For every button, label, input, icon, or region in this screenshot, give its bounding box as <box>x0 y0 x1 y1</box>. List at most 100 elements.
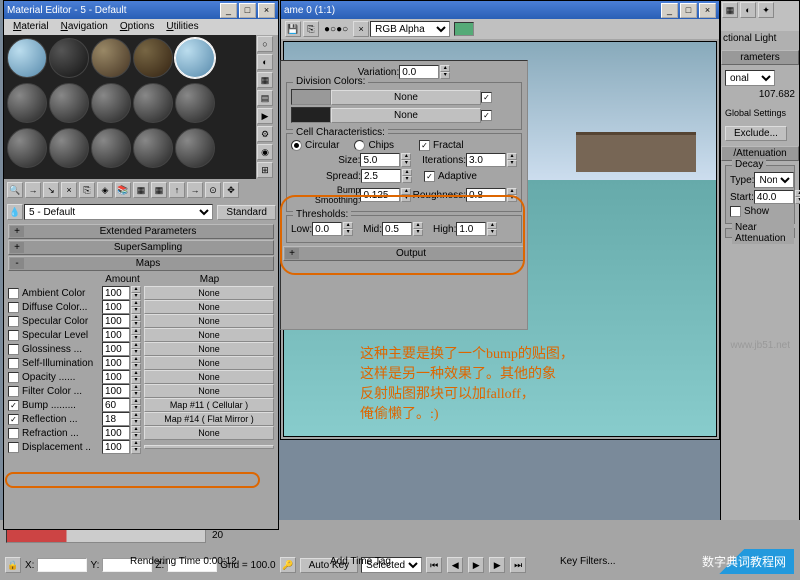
play-icon[interactable]: ▶ <box>468 557 484 573</box>
map-amount-input[interactable] <box>102 342 130 356</box>
mat-titlebar[interactable]: Material Editor - 5 - Default _□× <box>4 1 278 19</box>
low-spinner[interactable]: ▴▾ <box>343 222 353 236</box>
map-enable-check[interactable] <box>8 302 19 313</box>
options-icon[interactable]: ⚙ <box>257 126 273 142</box>
map-amount-spinner[interactable]: ▴▾ <box>131 356 141 370</box>
light-type-select[interactable]: onal <box>725 70 775 86</box>
close-button[interactable]: × <box>699 3 716 18</box>
minimize-button[interactable]: _ <box>220 3 237 18</box>
adaptive-check[interactable]: ✓ <box>424 171 435 182</box>
map-amount-spinner[interactable]: ▴▾ <box>131 412 141 426</box>
chips-radio[interactable] <box>354 140 365 151</box>
sample-sphere[interactable] <box>91 83 131 123</box>
size-input[interactable] <box>360 153 400 167</box>
rollout-supersampling[interactable]: +SuperSampling <box>8 240 274 255</box>
tab-icon[interactable]: ◐ <box>740 2 756 18</box>
map-amount-spinner[interactable]: ▴▾ <box>131 328 141 342</box>
copy-icon[interactable]: ⎘ <box>79 182 95 198</box>
map-slot-button[interactable]: None <box>144 342 274 356</box>
put-to-scene-icon[interactable]: → <box>25 182 41 198</box>
map-slot-button[interactable]: Map #11 ( Cellular ) <box>144 398 274 412</box>
go-parent-icon[interactable]: ↑ <box>169 182 185 198</box>
clone-icon[interactable]: ⎘ <box>303 21 319 37</box>
rollout-parameters[interactable]: rameters <box>721 50 799 65</box>
channel-select[interactable]: RGB Alpha <box>370 21 450 37</box>
map-amount-input[interactable] <box>102 412 130 426</box>
spread-input[interactable] <box>361 169 401 183</box>
menu-material[interactable]: Material <box>7 19 55 35</box>
nav-icon[interactable]: ⊙ <box>205 182 221 198</box>
map-check-2[interactable]: ✓ <box>481 110 492 121</box>
make-preview-icon[interactable]: ◉ <box>257 144 273 160</box>
next-frame-icon[interactable]: ▶ <box>489 557 505 573</box>
map-amount-spinner[interactable]: ▴▾ <box>131 370 141 384</box>
sample-sphere[interactable] <box>7 128 47 168</box>
backlight-icon[interactable]: ◐ <box>257 54 273 70</box>
map-amount-input[interactable] <box>102 398 130 412</box>
go-forward-icon[interactable]: → <box>187 182 203 198</box>
show-map-icon[interactable]: ▦ <box>133 182 149 198</box>
sample-sphere[interactable] <box>175 83 215 123</box>
start-spinner[interactable]: ▴▾ <box>795 190 800 204</box>
right-tabs[interactable]: ▦◐✦ <box>721 1 799 31</box>
sample-sphere[interactable] <box>133 38 173 78</box>
spread-spinner[interactable]: ▴▾ <box>402 169 412 183</box>
render-titlebar[interactable]: ame 0 (1:1) _□× <box>281 1 719 19</box>
map-amount-input[interactable] <box>102 286 130 300</box>
sample-type-icon[interactable]: ○ <box>257 36 273 52</box>
bumpsm-spinner[interactable]: ▴▾ <box>401 188 411 202</box>
sample-sphere[interactable] <box>49 128 89 168</box>
map-enable-check[interactable] <box>8 428 19 439</box>
map-enable-check[interactable] <box>8 442 19 453</box>
add-time-tag[interactable]: Add Time Tag <box>330 556 391 567</box>
fractal-check[interactable]: ✓ <box>419 140 430 151</box>
bumpsm-input[interactable] <box>360 188 400 202</box>
minimize-button[interactable]: _ <box>661 3 678 18</box>
map-slot-button[interactable]: None <box>144 384 274 398</box>
map-enable-check[interactable]: ✓ <box>8 414 19 425</box>
map-slot-button[interactable]: None <box>144 356 274 370</box>
map-enable-check[interactable] <box>8 344 19 355</box>
sample-sphere[interactable] <box>133 83 173 123</box>
map-amount-input[interactable] <box>102 314 130 328</box>
goto-end-icon[interactable]: ⏭ <box>510 557 526 573</box>
pick-material-icon[interactable]: 💧 <box>7 204 23 220</box>
material-type-button[interactable]: Standard <box>217 205 276 220</box>
map-slot-button[interactable]: Map #14 ( Flat Mirror ) <box>144 412 274 426</box>
map-amount-input[interactable] <box>102 440 130 454</box>
decay-type-select[interactable]: None <box>754 172 794 188</box>
map-amount-spinner[interactable]: ▴▾ <box>131 286 141 300</box>
menu-utilities[interactable]: Utilities <box>160 19 204 35</box>
map-none-button-2[interactable]: None <box>331 108 481 123</box>
put-to-library-icon[interactable]: 📚 <box>115 182 131 198</box>
map-amount-input[interactable] <box>102 370 130 384</box>
map-amount-input[interactable] <box>102 384 130 398</box>
video-icon[interactable]: ▶ <box>257 108 273 124</box>
variation-spinner[interactable]: ▴▾ <box>440 65 450 79</box>
map-slot-button[interactable]: None <box>144 426 274 440</box>
iter-input[interactable] <box>466 153 506 167</box>
high-spinner[interactable]: ▴▾ <box>487 222 497 236</box>
bg-swatch[interactable] <box>454 22 474 36</box>
map-amount-spinner[interactable]: ▴▾ <box>131 398 141 412</box>
size-spinner[interactable]: ▴▾ <box>401 153 411 167</box>
pick-icon[interactable]: ✥ <box>223 182 239 198</box>
rough-input[interactable] <box>466 188 506 202</box>
rollout-extended[interactable]: +Extended Parameters <box>8 224 274 239</box>
high-input[interactable] <box>456 222 486 236</box>
save-icon[interactable]: 💾 <box>285 21 301 37</box>
color-swatch-2[interactable] <box>291 107 331 123</box>
maximize-button[interactable]: □ <box>680 3 697 18</box>
sample-sphere[interactable] <box>175 128 215 168</box>
map-amount-input[interactable] <box>102 328 130 342</box>
map-amount-spinner[interactable]: ▴▾ <box>131 426 141 440</box>
color-swatch-1[interactable] <box>291 89 331 105</box>
sample-sphere[interactable] <box>133 128 173 168</box>
material-select[interactable]: 5 - Default <box>24 204 213 220</box>
tile-icon[interactable]: ⊞ <box>257 162 273 178</box>
map-enable-check[interactable] <box>8 372 19 383</box>
tab-icon[interactable]: ▦ <box>722 2 738 18</box>
prev-frame-icon[interactable]: ◀ <box>447 557 463 573</box>
map-enable-check[interactable] <box>8 316 19 327</box>
map-enable-check[interactable] <box>8 288 19 299</box>
